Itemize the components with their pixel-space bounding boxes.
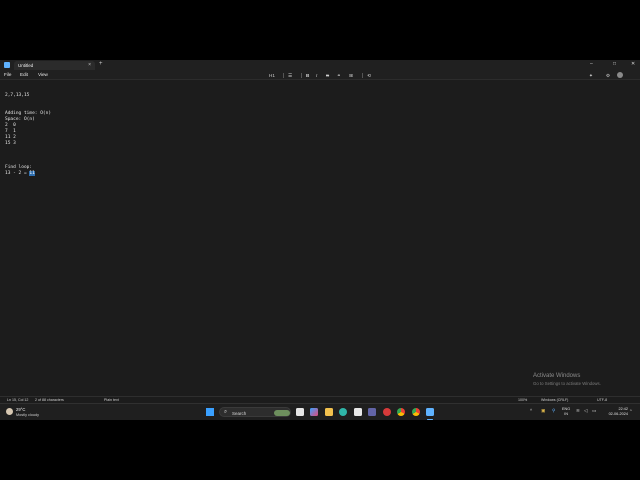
zoom-level[interactable]: 100%	[518, 398, 527, 402]
strikethrough-button[interactable]: S	[326, 73, 329, 78]
clear-format-icon[interactable]: ⟲	[367, 73, 371, 78]
title-bar: Untitled × + – □ ✕	[0, 60, 640, 70]
tab-title: Untitled	[18, 62, 34, 68]
weather-description[interactable]: Mostly cloudy	[16, 413, 39, 417]
wifi-icon[interactable]: ≋	[576, 408, 580, 414]
chrome-profile-icon[interactable]	[412, 408, 420, 416]
active-app-indicator	[427, 419, 433, 420]
copilot-icon[interactable]: ✦	[589, 73, 593, 78]
editor-line: 2,7,13,15	[5, 93, 30, 98]
edge-browser-icon[interactable]	[339, 408, 347, 416]
search-icon: ⌕	[224, 409, 228, 415]
tray-app-icon[interactable]: ▣	[541, 408, 545, 414]
cursor-position: Ln 15, Col 12	[7, 398, 29, 403]
weather-temperature[interactable]: 29°C	[16, 407, 25, 412]
line-ending[interactable]: Windows (CRLF)	[541, 398, 568, 402]
encoding[interactable]: UTF-8	[597, 398, 607, 402]
editor-line: 15 3	[5, 141, 16, 146]
app-red-icon[interactable]	[383, 408, 391, 416]
notification-bell-icon[interactable]: ◔	[629, 408, 632, 414]
teams-icon[interactable]	[368, 408, 376, 416]
link-icon[interactable]: ⚭	[337, 73, 341, 78]
menu-view[interactable]: View	[38, 72, 48, 77]
language-code: ENG	[562, 407, 571, 411]
selection-count: 2 of 88 characters	[35, 398, 64, 403]
close-window-button[interactable]: ✕	[631, 61, 635, 67]
windows-start-icon[interactable]	[206, 408, 214, 416]
taskbar-search-box[interactable]: ⌕ Search	[219, 407, 291, 417]
notepad-icon	[4, 62, 10, 68]
tray-usb-icon[interactable]: ⚲	[552, 408, 555, 414]
notepad-taskbar-icon[interactable]	[426, 408, 434, 416]
file-explorer-icon[interactable]	[325, 408, 333, 416]
menu-edit[interactable]: Edit	[20, 72, 28, 77]
editor-line-with-selection: 13 - 2 = 11	[5, 171, 35, 177]
microsoft-store-icon[interactable]	[354, 408, 362, 416]
maximize-button[interactable]: □	[613, 61, 616, 67]
selected-text[interactable]: 11	[29, 171, 35, 176]
editor-line-text: 13 - 2 =	[5, 171, 30, 176]
activate-windows-title: Activate Windows	[533, 373, 581, 379]
minimize-button[interactable]: –	[590, 61, 593, 67]
tab-untitled[interactable]: Untitled ×	[14, 61, 95, 70]
heading-button[interactable]: H1	[269, 73, 275, 78]
toolbar-divider	[301, 72, 302, 78]
italic-button[interactable]: I	[316, 73, 317, 78]
chrome-icon[interactable]	[397, 408, 405, 416]
list-icon[interactable]: ☰	[288, 73, 292, 78]
battery-icon[interactable]: ▭	[592, 408, 596, 414]
avatar[interactable]	[617, 72, 623, 78]
settings-gear-icon[interactable]: ⚙	[606, 73, 610, 78]
task-view-icon[interactable]	[296, 408, 304, 416]
taskbar: 29°C Mostly cloudy ⌕ Search ^ ▣ ⚲ ENG IN…	[0, 403, 640, 420]
toolbar-divider	[283, 72, 284, 78]
weather-cloud-icon[interactable]	[6, 408, 13, 415]
new-tab-button[interactable]: +	[99, 61, 103, 67]
volume-icon[interactable]: ◁	[584, 408, 588, 414]
status-bar: Ln 15, Col 12 2 of 88 characters Plain t…	[0, 396, 640, 403]
text-editor[interactable]: 2,7,13,15 Adding time: O(n) Space: O(n) …	[0, 80, 640, 393]
clock-date: 02-06-2024	[608, 411, 628, 416]
copilot-app-icon[interactable]	[310, 408, 318, 416]
desktop-screen: Untitled × + – □ ✕ File Edit View H1 ☰ B…	[0, 60, 640, 420]
toolbar-divider	[362, 72, 363, 78]
menu-bar: File Edit View H1 ☰ B I S ⚭ ⊞ ⟲ ✦ ⚙	[0, 70, 640, 80]
table-icon[interactable]: ⊞	[349, 73, 353, 78]
tray-chevron-icon[interactable]: ^	[530, 408, 532, 413]
language-region: IN	[564, 411, 569, 416]
system-clock[interactable]: 22:42 02-06-2024	[603, 407, 628, 416]
activate-windows-subtitle: Go to Settings to activate Windows.	[533, 381, 601, 386]
language-indicator[interactable]: ENG IN	[562, 407, 570, 416]
menu-file[interactable]: File	[4, 72, 11, 77]
bold-button[interactable]: B	[306, 73, 309, 78]
format-indicator[interactable]: Plain text	[104, 398, 119, 402]
search-highlight-icon	[274, 409, 290, 416]
close-tab-icon[interactable]: ×	[88, 62, 91, 68]
search-label: Search	[232, 410, 247, 416]
